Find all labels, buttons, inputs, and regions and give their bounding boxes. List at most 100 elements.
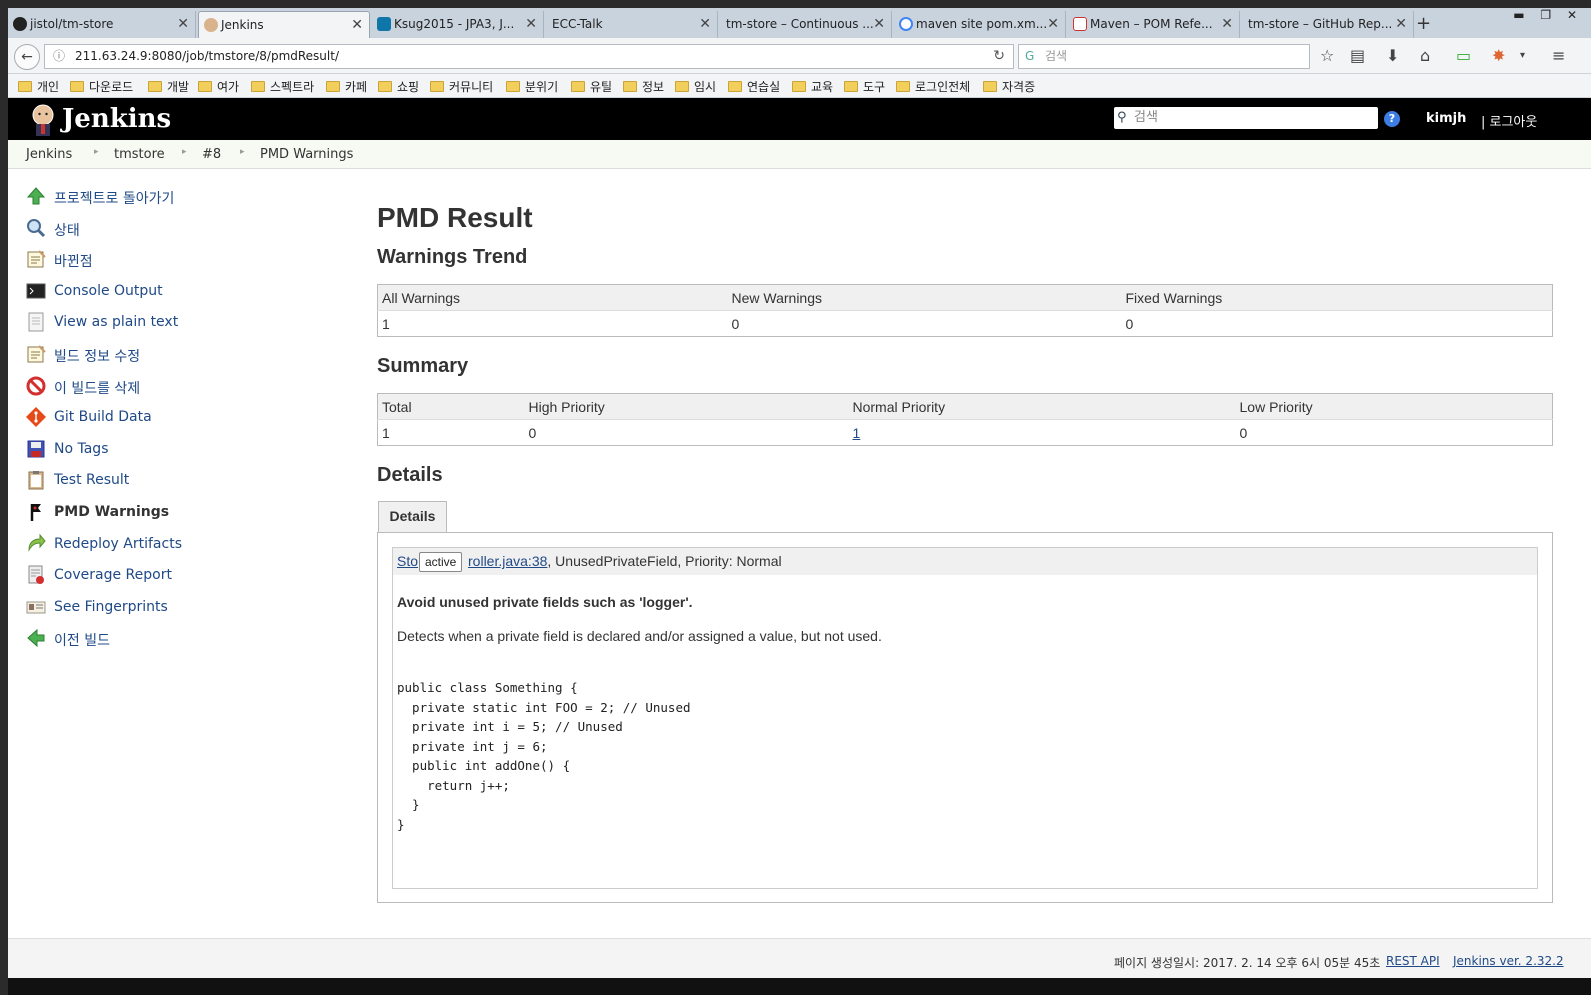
task-console-output[interactable]: Console Output	[24, 281, 354, 313]
bookmark-folder[interactable]: 임시	[675, 78, 716, 95]
close-icon[interactable]: ✕	[1221, 11, 1233, 37]
fixed-warnings-value: 0	[1121, 310, 1553, 337]
task-test-result[interactable]: Test Result	[24, 470, 354, 502]
bookmark-folder[interactable]: 연습실	[728, 78, 780, 95]
logout-link[interactable]: | 로그아웃	[1481, 111, 1537, 130]
task-pmd-warnings[interactable]: PMD Warnings	[24, 502, 354, 534]
task-delete-build[interactable]: 이 빌드를 삭제	[24, 376, 354, 408]
close-icon[interactable]: ✕	[1047, 11, 1059, 37]
tab-details[interactable]: Details	[378, 501, 447, 532]
warnings-trend-table: All Warnings New Warnings Fixed Warnings…	[377, 284, 1553, 337]
bookmark-folder[interactable]: 자격증	[983, 78, 1035, 95]
download-icon[interactable]: ⬇	[1386, 46, 1399, 65]
fingerprint-icon	[26, 601, 46, 614]
close-icon[interactable]: ✕	[873, 11, 885, 37]
breadcrumb-pmd-warnings[interactable]: PMD Warnings	[260, 147, 353, 162]
task-label: Redeploy Artifacts	[54, 535, 182, 552]
bookmark-folder[interactable]: 유틸	[571, 78, 612, 95]
folder-icon	[251, 81, 265, 92]
close-icon[interactable]: ✕	[1395, 11, 1407, 37]
browser-search-input[interactable]: G 검색	[1018, 44, 1310, 69]
browser-tab-active[interactable]: Jenkins ✕	[198, 11, 370, 38]
breadcrumb-build[interactable]: #8	[202, 147, 221, 162]
close-icon[interactable]: ✕	[525, 11, 537, 37]
task-label: 상태	[54, 222, 80, 239]
close-icon[interactable]: ✕	[351, 12, 363, 38]
extension-icon[interactable]: ▭	[1456, 46, 1471, 65]
breadcrumb-separator-icon: ▸	[182, 147, 187, 157]
bookmark-folder[interactable]: 교육	[792, 78, 833, 95]
browser-tab[interactable]: jistol/tm-store ✕	[8, 11, 196, 38]
folder-icon	[983, 81, 997, 92]
tab-title: Maven – POM Refe...	[1090, 17, 1213, 31]
task-see-fingerprints[interactable]: See Fingerprints	[24, 597, 354, 629]
breadcrumb-jenkins[interactable]: Jenkins	[26, 147, 72, 162]
bookmarks-bar: 개인 다운로드 개발 여가 스펙트라 카페 쇼핑 커뮤니티 분위기 유틸 정보 …	[8, 74, 1591, 98]
normal-priority-link[interactable]: 1	[853, 425, 861, 441]
window-controls[interactable]: ▬ ❐ ✕	[1513, 8, 1583, 22]
browser-tab[interactable]: maven site pom.xm... ✕	[894, 11, 1066, 38]
clipboard-icon	[28, 471, 44, 490]
jenkins-search-input[interactable]: ⚲ 검색	[1114, 107, 1378, 129]
breadcrumb-tmstore[interactable]: tmstore	[114, 147, 165, 162]
maven-icon	[1073, 17, 1087, 31]
info-icon[interactable]: ⓘ	[53, 45, 65, 68]
tab-title: maven site pom.xm...	[916, 17, 1048, 31]
bookmark-folder[interactable]: 개인	[18, 78, 59, 95]
task-edit-build-info[interactable]: 빌드 정보 수정	[24, 344, 354, 376]
table-header-row: All Warnings New Warnings Fixed Warnings	[377, 284, 1553, 311]
task-coverage-report[interactable]: Coverage Report	[24, 565, 354, 597]
reading-list-icon[interactable]: ▤	[1350, 46, 1365, 65]
addon-icon[interactable]: ✸	[1492, 46, 1505, 65]
close-icon[interactable]: ✕	[699, 11, 711, 37]
jenkins-logo-text[interactable]: Jenkins	[62, 104, 171, 134]
menu-icon[interactable]: ≡	[1552, 46, 1565, 65]
close-icon[interactable]: ✕	[177, 11, 189, 37]
task-redeploy-artifacts[interactable]: Redeploy Artifacts	[24, 533, 354, 566]
bookmark-folder[interactable]: 쇼핑	[378, 78, 419, 95]
help-icon[interactable]: ?	[1384, 111, 1400, 127]
task-label: Test Result	[54, 472, 130, 489]
rest-api-link[interactable]: REST API	[1386, 954, 1440, 968]
bookmark-folder[interactable]: 로그인전체	[896, 78, 970, 95]
bookmark-folder[interactable]: 개발	[148, 78, 189, 95]
normal-priority-cell: 1	[848, 419, 1236, 446]
breadcrumb-separator-icon: ▸	[94, 147, 99, 157]
task-no-tags[interactable]: No Tags	[24, 439, 354, 471]
address-bar[interactable]: ⓘ 211.63.24.9:8080/job/tmstore/8/pmdResu…	[44, 44, 1014, 69]
folder-icon	[728, 81, 742, 92]
jenkins-version-link[interactable]: Jenkins ver. 2.32.2	[1453, 954, 1564, 968]
browser-tab[interactable]: ECC-Talk ✕	[546, 11, 718, 38]
column-header: All Warnings	[377, 284, 728, 311]
tab-title: tm-store – GitHub Rep...	[1248, 17, 1393, 31]
task-status[interactable]: 상태	[24, 218, 354, 250]
task-view-plain-text[interactable]: View as plain text	[24, 312, 354, 344]
task-changes[interactable]: 바뀐점	[24, 249, 354, 281]
bookmark-folder[interactable]: 분위기	[506, 78, 558, 95]
star-icon[interactable]: ☆	[1320, 46, 1334, 65]
page-title: PMD Result	[377, 202, 533, 233]
task-git-build-data[interactable]: Git Build Data	[24, 407, 354, 439]
bookmark-folder[interactable]: 카페	[326, 78, 367, 95]
back-icon[interactable]: ←	[14, 44, 40, 70]
bookmark-folder[interactable]: 도구	[844, 78, 885, 95]
bookmark-folder[interactable]: 커뮤니티	[430, 78, 493, 95]
warning-file-link[interactable]: Sto	[397, 553, 418, 569]
reload-icon[interactable]: ↻	[993, 45, 1005, 68]
bookmark-folder[interactable]: 스펙트라	[251, 78, 314, 95]
new-tab-icon[interactable]: +	[1416, 13, 1431, 34]
home-icon[interactable]: ⌂	[1420, 46, 1430, 65]
browser-tab[interactable]: Maven – POM Refe... ✕	[1068, 11, 1240, 38]
jenkins-logo-icon[interactable]	[26, 102, 60, 136]
user-link[interactable]: kimjh	[1426, 111, 1466, 126]
browser-tab[interactable]: tm-store – Continuous ... ✕	[720, 11, 892, 38]
task-back-to-project[interactable]: 프로젝트로 돌아가기	[24, 186, 354, 218]
git-icon	[26, 407, 46, 428]
bookmark-folder[interactable]: 여가	[198, 78, 239, 95]
browser-tab[interactable]: Ksug2015 - JPA3, J... ✕	[372, 11, 544, 38]
task-previous-build[interactable]: 이전 빌드	[24, 628, 354, 660]
browser-tab[interactable]: tm-store – GitHub Rep... ✕	[1242, 11, 1414, 38]
chevron-down-icon[interactable]: ▾	[1520, 50, 1525, 61]
bookmark-folder[interactable]: 정보	[623, 78, 664, 95]
bookmark-folder[interactable]: 다운로드	[70, 78, 133, 95]
